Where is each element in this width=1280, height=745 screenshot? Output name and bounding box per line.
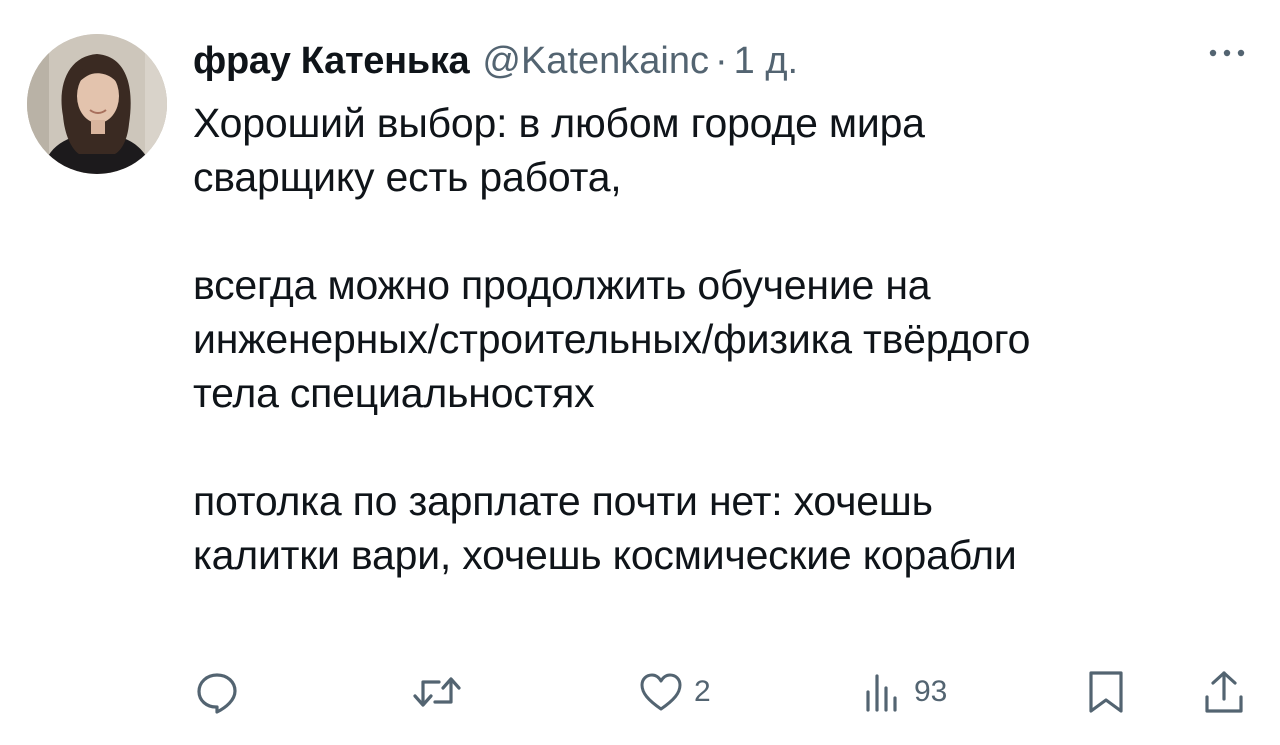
retweet-button[interactable]: [412, 662, 472, 722]
views-button[interactable]: 93: [860, 662, 947, 722]
text-line: сварщику есть работа,: [193, 154, 622, 200]
bookmark-button[interactable]: [1086, 662, 1126, 722]
tweet-actions-bar: 2 93: [0, 662, 1280, 722]
views-count: 93: [914, 675, 948, 708]
tweet-paragraph: потолка по зарплате почти нет: хочешь ка…: [193, 474, 1263, 582]
tweet-paragraph: Хороший выбор: в любом городе мира сварщ…: [193, 96, 1263, 204]
text-line: потолка по зарплате почти нет: хочешь: [193, 478, 933, 524]
share-icon: [1202, 669, 1246, 715]
tweet-paragraph: всегда можно продолжить обучение на инже…: [193, 258, 1263, 420]
views-bar-chart-icon: [860, 670, 904, 714]
bookmark-icon: [1086, 669, 1126, 715]
share-button[interactable]: [1202, 662, 1246, 722]
text-line: всегда можно продолжить обучение на: [193, 262, 931, 308]
author-handle[interactable]: @Katenkainc: [482, 36, 709, 86]
text-line: Хороший выбор: в любом городе мира: [193, 100, 925, 146]
tweet-header: фрау Катенька @Katenkainc · 1 д.: [193, 36, 798, 86]
separator-dot: ·: [714, 40, 728, 82]
text-line: тела специальностях: [193, 370, 595, 416]
author-display-name[interactable]: фрау Катенька: [193, 36, 470, 86]
like-button[interactable]: 2: [638, 662, 711, 722]
text-line: калитки вари, хочешь космические корабли: [193, 532, 1017, 578]
avatar-photo: [27, 34, 167, 174]
tweet-timestamp[interactable]: 1 д.: [734, 36, 798, 86]
reply-button[interactable]: [195, 662, 249, 722]
more-dots-icon: [1207, 48, 1247, 58]
avatar[interactable]: [27, 34, 167, 174]
tweet[interactable]: фрау Катенька @Katenkainc · 1 д. Хороший…: [0, 0, 1280, 745]
heart-icon: [638, 670, 684, 714]
tweet-text: Хороший выбор: в любом городе мира сварщ…: [193, 96, 1263, 582]
reply-icon: [195, 670, 239, 714]
text-line: инженерных/строительных/физика твёрдого: [193, 316, 1031, 362]
more-options-button[interactable]: [1205, 38, 1249, 68]
like-count: 2: [694, 675, 711, 708]
retweet-icon: [412, 670, 462, 714]
